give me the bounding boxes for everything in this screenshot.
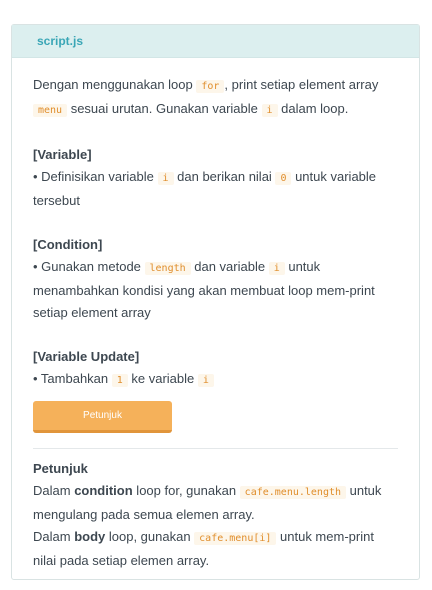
variable-text: • Definisikan variable xyxy=(33,169,158,184)
intro-paragraph: Dengan menggunakan loop for, print setia… xyxy=(33,74,398,122)
hint-text: Dalam xyxy=(33,529,75,544)
code-menu: menu xyxy=(33,104,68,117)
code-for: for xyxy=(196,80,225,93)
code-length: length xyxy=(144,262,191,275)
filename-label[interactable]: script.js xyxy=(37,34,83,48)
hint-text: loop for, gunakan xyxy=(132,483,240,498)
code-i: i xyxy=(268,262,285,275)
hint-heading: Petunjuk xyxy=(33,461,88,476)
code-zero: 0 xyxy=(275,172,292,185)
variable-heading: [Variable] xyxy=(33,147,92,162)
update-heading: [Variable Update] xyxy=(33,349,140,364)
variable-text: dan berikan nilai xyxy=(173,169,276,184)
code-cafe-menu-i: cafe.menu[i] xyxy=(194,532,277,545)
intro-text: sesuai urutan. Gunakan variable xyxy=(67,101,262,116)
code-i: i xyxy=(157,172,174,185)
hint-paragraph-2: Dalam body loop, gunakan cafe.menu[i] un… xyxy=(33,526,398,572)
intro-text: , print setiap element array xyxy=(224,77,379,92)
instruction-content: Dengan menggunakan loop for, print setia… xyxy=(12,58,419,572)
code-i: i xyxy=(197,374,214,387)
hint-bold-condition: condition xyxy=(74,483,133,498)
hint-text: Dalam xyxy=(33,483,75,498)
instruction-panel: script.js Dengan menggunakan loop for, p… xyxy=(11,24,420,580)
update-paragraph: • Tambahkan 1 ke variable i xyxy=(33,368,398,392)
file-tab[interactable]: script.js xyxy=(12,25,419,58)
update-text: ke variable xyxy=(127,371,198,386)
hint-button[interactable]: Petunjuk xyxy=(33,401,172,433)
hint-bold-body: body xyxy=(74,529,106,544)
variable-paragraph: • Definisikan variable i dan berikan nil… xyxy=(33,166,398,212)
condition-text: • Gunakan metode xyxy=(33,259,145,274)
code-cafe-menu-length: cafe.menu.length xyxy=(239,486,346,499)
hint-paragraph-1: Dalam condition loop for, gunakan cafe.m… xyxy=(33,480,398,526)
condition-heading: [Condition] xyxy=(33,237,103,252)
intro-text: Dengan menggunakan loop xyxy=(33,77,197,92)
code-i: i xyxy=(261,104,278,117)
condition-text: dan variable xyxy=(190,259,269,274)
condition-paragraph: • Gunakan metode length dan variable i u… xyxy=(33,256,398,324)
code-one: 1 xyxy=(111,374,128,387)
divider xyxy=(33,448,398,449)
hint-text: loop, gunakan xyxy=(105,529,195,544)
intro-text: dalam loop. xyxy=(277,101,349,116)
update-text: • Tambahkan xyxy=(33,371,112,386)
